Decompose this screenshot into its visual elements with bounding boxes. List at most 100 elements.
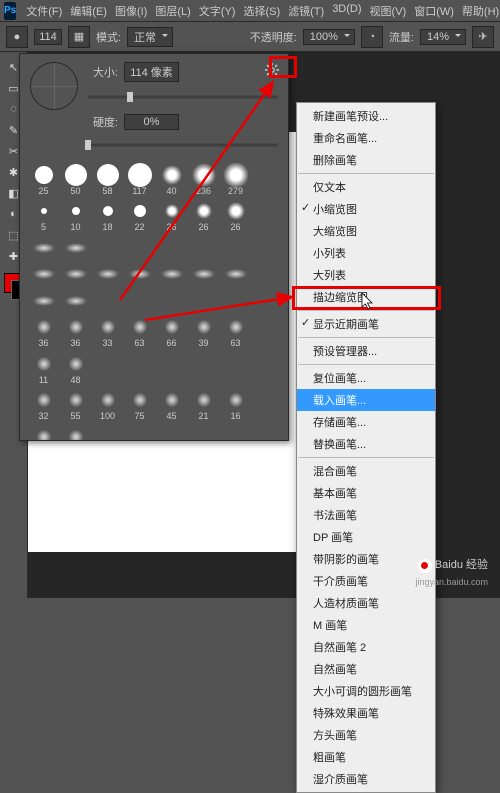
brush-thumbnail[interactable]: 63 bbox=[126, 316, 153, 348]
brush-thumbnail[interactable] bbox=[94, 263, 121, 285]
menu-item[interactable]: 滤镜(T) bbox=[284, 1, 328, 21]
brush-thumbnail[interactable]: 43 bbox=[62, 426, 89, 440]
brush-thumbnail[interactable]: 117 bbox=[126, 164, 153, 196]
brush-preset-picker[interactable]: ▦ bbox=[68, 26, 90, 48]
brush-thumbnail[interactable]: 39 bbox=[190, 316, 217, 348]
brush-thumbnail[interactable] bbox=[62, 263, 89, 285]
brush-thumbnail[interactable]: 66 bbox=[158, 316, 185, 348]
menu-item[interactable]: 删除画笔 bbox=[297, 149, 435, 171]
brush-thumbnail[interactable] bbox=[222, 263, 249, 285]
menu-item[interactable]: 重命名画笔... bbox=[297, 127, 435, 149]
brush-thumbnail[interactable]: 18 bbox=[94, 200, 121, 232]
size-value[interactable]: 114 像素 bbox=[124, 62, 179, 82]
menu-item[interactable]: 3D(D) bbox=[328, 1, 365, 21]
brush-thumbnail[interactable]: 25 bbox=[30, 164, 57, 196]
brush-preset-panel: 大小: 114 像素 硬度: 0% 25505811740236279 5101… bbox=[19, 53, 289, 441]
brush-thumbnail[interactable]: 26 bbox=[222, 200, 249, 232]
brush-thumbnail[interactable]: 16 bbox=[222, 389, 249, 421]
menu-item[interactable]: 显示近期画笔 bbox=[297, 313, 435, 335]
brush-thumbnail[interactable]: 21 bbox=[190, 389, 217, 421]
hardness-value[interactable]: 0% bbox=[124, 114, 179, 130]
brush-thumbnail[interactable]: 5 bbox=[30, 200, 57, 232]
brush-thumbnail[interactable]: 33 bbox=[94, 316, 121, 348]
menu-item[interactable]: 载入画笔... bbox=[297, 389, 435, 411]
menu-item[interactable]: M 画笔 bbox=[297, 614, 435, 636]
brush-thumbnail[interactable]: 36 bbox=[62, 316, 89, 348]
brush-thumbnail[interactable]: 22 bbox=[126, 200, 153, 232]
brush-thumbnail[interactable]: 45 bbox=[158, 389, 185, 421]
menu-item[interactable]: 新建画笔预设... bbox=[297, 105, 435, 127]
menu-item[interactable]: 描边缩览图 bbox=[297, 286, 435, 308]
menu-item[interactable]: 复位画笔... bbox=[297, 367, 435, 389]
menu-item[interactable]: 帮助(H) bbox=[458, 1, 500, 21]
opacity-field[interactable]: 100% bbox=[303, 29, 355, 45]
brush-tool-icon[interactable]: ● bbox=[6, 26, 28, 48]
menu-item[interactable]: 选择(S) bbox=[239, 1, 284, 21]
menu-item[interactable]: 窗口(W) bbox=[410, 1, 458, 21]
brush-thumbnail[interactable]: 32 bbox=[30, 389, 57, 421]
menu-item[interactable]: 人造材质画笔 bbox=[297, 592, 435, 614]
menu-item[interactable]: 基本画笔 bbox=[297, 482, 435, 504]
menu-item[interactable]: 图层(L) bbox=[151, 1, 194, 21]
brush-angle-preview[interactable] bbox=[30, 62, 78, 110]
menu-item[interactable]: 大列表 bbox=[297, 264, 435, 286]
menu-item[interactable]: 书法画笔 bbox=[297, 504, 435, 526]
menu-item[interactable]: 混合画笔 bbox=[297, 460, 435, 482]
menu-item[interactable]: 自然画笔 bbox=[297, 658, 435, 680]
menu-item[interactable]: 图像(I) bbox=[111, 1, 151, 21]
menu-item[interactable]: 湿介质画笔 bbox=[297, 768, 435, 790]
menu-item[interactable]: 小缩览图 bbox=[297, 198, 435, 220]
brush-thumbnail[interactable] bbox=[158, 263, 185, 285]
brush-thumbnail[interactable]: 26 bbox=[158, 200, 185, 232]
brush-thumbnail[interactable]: 236 bbox=[190, 164, 217, 196]
brush-thumbnail[interactable] bbox=[62, 237, 89, 259]
menu-item[interactable]: 大缩览图 bbox=[297, 220, 435, 242]
brush-thumbnail[interactable]: 50 bbox=[62, 164, 89, 196]
menu-item[interactable]: 大小可调的圆形画笔 bbox=[297, 680, 435, 702]
menu-item[interactable]: 替换画笔... bbox=[297, 433, 435, 455]
menu-item[interactable]: 编辑(E) bbox=[66, 1, 111, 21]
brush-thumbnail[interactable] bbox=[30, 237, 57, 259]
brush-thumbnail[interactable]: 10 bbox=[62, 200, 89, 232]
size-label: 大小: bbox=[88, 64, 118, 80]
menu-item[interactable]: 视图(V) bbox=[366, 1, 411, 21]
brush-thumbnail[interactable]: 60 bbox=[30, 426, 57, 440]
brush-thumbnail[interactable]: 100 bbox=[94, 389, 121, 421]
brush-size-field[interactable]: 114 bbox=[34, 29, 62, 45]
pressure-opacity-icon[interactable]: ◔ bbox=[361, 26, 383, 48]
brush-thumbnail[interactable]: 55 bbox=[62, 389, 89, 421]
menu-item[interactable]: 文件(F) bbox=[22, 1, 66, 21]
brush-thumbnail[interactable]: 11 bbox=[30, 353, 57, 385]
brush-thumbnail[interactable]: 58 bbox=[94, 164, 121, 196]
brush-thumbnail[interactable] bbox=[126, 263, 153, 285]
menu-item[interactable]: 特殊效果画笔 bbox=[297, 702, 435, 724]
airbrush-icon[interactable]: ✈ bbox=[472, 26, 494, 48]
menu-item[interactable]: 带阴影的画笔 bbox=[297, 548, 435, 570]
flow-field[interactable]: 14% bbox=[420, 29, 466, 45]
menu-item[interactable]: 存储画笔... bbox=[297, 411, 435, 433]
menu-item[interactable]: 方头画笔 bbox=[297, 724, 435, 746]
brush-thumbnail[interactable]: 279 bbox=[222, 164, 249, 196]
flow-label: 流量: bbox=[389, 29, 414, 45]
brush-thumbnail[interactable] bbox=[30, 263, 57, 285]
menu-item[interactable]: DP 画笔 bbox=[297, 526, 435, 548]
brush-thumbnail[interactable] bbox=[30, 290, 57, 312]
brush-thumbnail[interactable]: 40 bbox=[158, 164, 185, 196]
brush-thumbnail[interactable]: 75 bbox=[126, 389, 153, 421]
menu-item[interactable]: 自然画笔 2 bbox=[297, 636, 435, 658]
menu-item[interactable]: 仅文本 bbox=[297, 176, 435, 198]
brush-thumbnail[interactable]: 48 bbox=[62, 353, 89, 385]
menu-item[interactable]: 文字(Y) bbox=[195, 1, 240, 21]
hardness-slider[interactable] bbox=[88, 138, 278, 152]
size-slider[interactable] bbox=[88, 90, 278, 104]
brush-thumbnail[interactable] bbox=[62, 290, 89, 312]
gear-icon[interactable] bbox=[264, 62, 280, 78]
brush-thumbnail[interactable]: 63 bbox=[222, 316, 249, 348]
menu-item[interactable]: 预设管理器... bbox=[297, 340, 435, 362]
menu-item[interactable]: 粗画笔 bbox=[297, 746, 435, 768]
brush-thumbnail[interactable] bbox=[190, 263, 217, 285]
menu-item[interactable]: 小列表 bbox=[297, 242, 435, 264]
mode-dropdown[interactable]: 正常 bbox=[127, 27, 173, 47]
brush-thumbnail[interactable]: 36 bbox=[30, 316, 57, 348]
brush-thumbnail[interactable]: 26 bbox=[190, 200, 217, 232]
